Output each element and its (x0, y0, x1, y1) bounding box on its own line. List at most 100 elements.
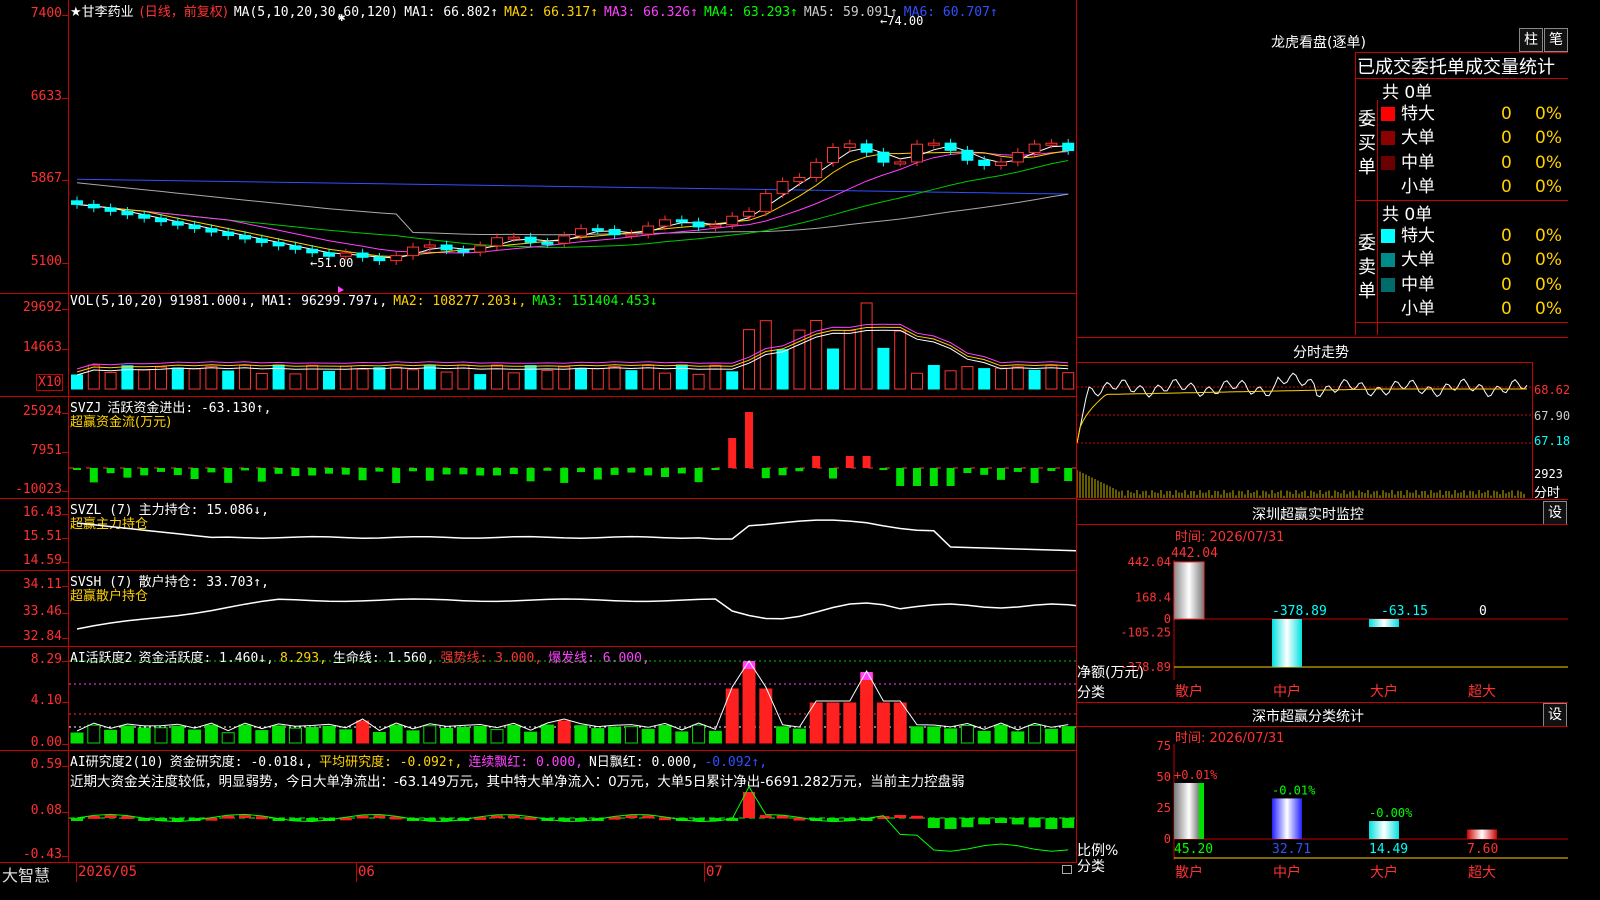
divider (1355, 53, 1356, 335)
volume-chart[interactable] (69, 294, 1076, 396)
intra-y-label: 68.62 (1534, 383, 1571, 397)
fund-flow-bar (392, 468, 401, 483)
volume-bar (222, 370, 235, 390)
avg-price-line (1077, 388, 1527, 444)
fund-activity-chart[interactable] (69, 647, 1076, 750)
candle-body (894, 161, 907, 165)
color-swatch (1381, 107, 1395, 121)
activity-bar (440, 727, 454, 744)
order-type-label: 特大 (1401, 104, 1435, 124)
retail-line (76, 598, 1076, 630)
volume-bar (507, 372, 520, 390)
y-axis-label: 32.84 (22, 629, 62, 644)
app-logo: 大智慧 (2, 866, 51, 885)
activity-bar (490, 729, 504, 744)
candle-body (961, 149, 974, 161)
candle-body (659, 219, 671, 227)
fund-flow-bar (929, 468, 938, 486)
lhb-tabs[interactable]: 已成交委托单成交量统计 (1357, 53, 1555, 79)
classify-category: 超大 (1468, 865, 1496, 881)
monitor-category: 散户 (1175, 683, 1203, 700)
y-tick (62, 538, 69, 539)
color-swatch (1381, 180, 1395, 195)
left-chart-area[interactable]: ★甘李药业 (日线，前复权) MA(5,10,20,30,60,120) MA1: 6… (0, 0, 1077, 885)
candle-body (507, 236, 520, 240)
x-label-jul: 07 (706, 864, 723, 880)
candle-body (575, 228, 587, 237)
volume-bar (104, 371, 117, 390)
candle-body (810, 161, 823, 178)
y-tick (62, 586, 69, 587)
volume-bar (911, 372, 923, 390)
activity-bar (826, 702, 840, 744)
monitor-category: 大户 (1370, 683, 1398, 700)
research-chart[interactable] (69, 751, 1076, 862)
volume-bar (155, 366, 167, 390)
activity-bar (860, 672, 874, 744)
order-row[interactable]: 小单 0 0% (1381, 297, 1562, 321)
volume-bar (776, 349, 789, 390)
activity-bar (456, 726, 470, 744)
fund-flow-bar (862, 456, 871, 468)
candle-body (440, 244, 453, 251)
activity-bar (742, 662, 756, 744)
classify-settings-button[interactable]: 设 (1543, 703, 1567, 727)
volume-bar (877, 347, 890, 390)
fund-flow-bar (711, 468, 720, 470)
volume-bar (625, 370, 638, 390)
monitor-xlabel: 分类 (1077, 685, 1105, 701)
order-row[interactable]: 特大 0 0% (1381, 102, 1562, 126)
color-swatch (1381, 253, 1395, 268)
monitor-ylabel: 净额(万元) (1077, 665, 1144, 681)
candle-body (558, 235, 571, 244)
candle-body (155, 217, 167, 223)
order-row[interactable]: 中单 0 0% (1381, 273, 1562, 297)
main-holding-chart[interactable] (69, 499, 1076, 570)
candle-body (373, 256, 386, 262)
color-swatch (1381, 302, 1395, 317)
pen-mode-button[interactable]: 笔 (1544, 28, 1568, 52)
monitor-settings-button[interactable]: 设 (1543, 501, 1567, 525)
candlestick-chart[interactable] (69, 0, 1076, 293)
monitor-bar-chart[interactable]: 442.04168.40-105.25-378.89442.04散户-378.8… (1077, 540, 1568, 700)
y-axis-label: 7951 (30, 443, 62, 458)
order-row[interactable]: 大单 0 0% (1381, 248, 1562, 272)
fund-flow-bar (308, 468, 317, 476)
fund-flow-bar (795, 468, 804, 472)
fund-flow-bar (1064, 468, 1073, 482)
monitor-y-tick: 168.4 (1135, 590, 1171, 604)
activity-bar (977, 730, 991, 744)
activity-bar (305, 727, 319, 744)
research-bar (1028, 818, 1041, 828)
research-bar (927, 818, 940, 829)
activity-bar (809, 702, 823, 744)
y-tick (62, 856, 69, 857)
order-count: 0 (1501, 226, 1512, 246)
holding-line (76, 519, 1076, 552)
order-row[interactable]: 中单 0 0% (1381, 151, 1562, 175)
volume-bar (894, 330, 907, 390)
order-count: 0 (1501, 152, 1512, 173)
volume-bar (1028, 369, 1041, 390)
volume-bar (608, 366, 621, 390)
y-axis-label: 25924 (22, 404, 62, 419)
candle-body (944, 142, 957, 151)
order-percent: 0% (1535, 250, 1562, 271)
order-row[interactable]: 大单 0 0% (1381, 126, 1562, 150)
bar-mode-button[interactable]: 柱 (1519, 28, 1543, 52)
retail-holding-chart[interactable] (69, 571, 1076, 646)
order-row[interactable]: 特大 0 0% (1381, 224, 1562, 248)
lock-icon[interactable] (1062, 865, 1072, 874)
activity-bar (255, 730, 269, 744)
classify-bar-chart[interactable]: 75 50 25 0 +0.01% 45.20 散户 -0.01% 32.71 中户 -0.00% 1… (1077, 740, 1568, 882)
fund-flow-bar (946, 468, 955, 486)
fund-flow-chart[interactable] (69, 397, 1076, 498)
research-line (76, 785, 1069, 852)
order-count: 0 (1501, 177, 1512, 198)
candle-body (625, 233, 638, 237)
intraday-chart[interactable] (1077, 363, 1532, 498)
order-row[interactable]: 小单 0 0% (1381, 175, 1562, 199)
research-bar (692, 818, 705, 821)
fund-flow-bar (73, 468, 81, 470)
volume-bar (407, 369, 419, 390)
